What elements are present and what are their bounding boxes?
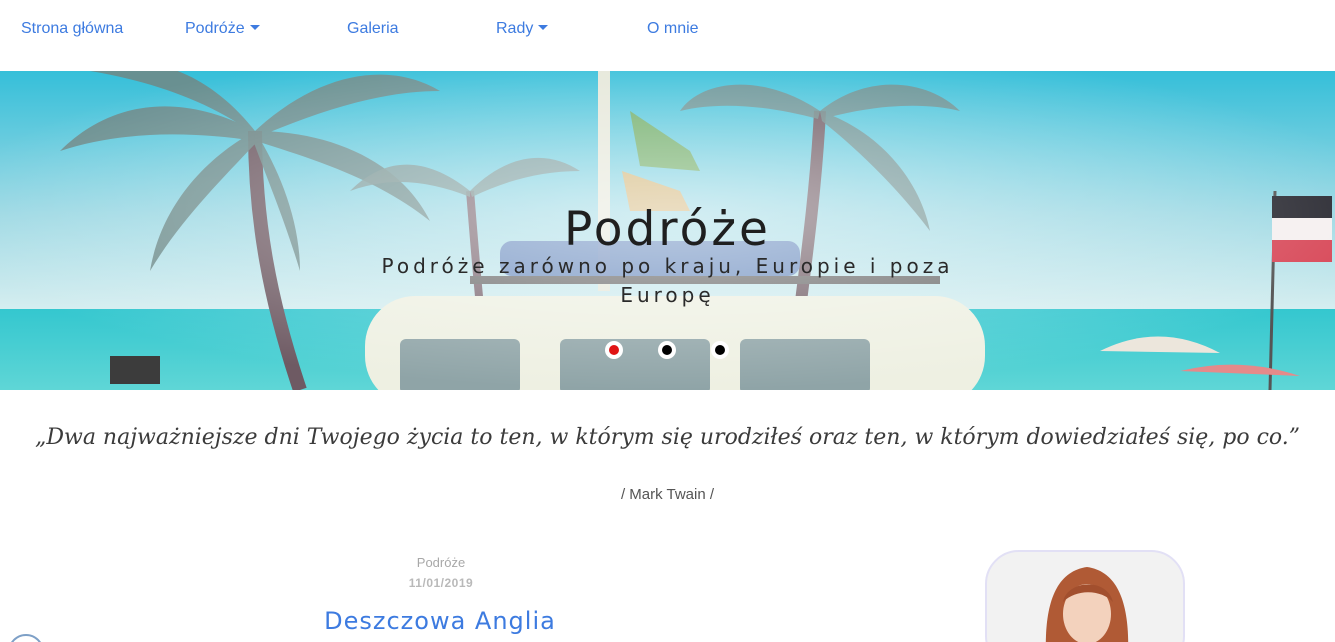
dot-icon [715,345,725,355]
author-avatar [985,550,1185,642]
nav-item-label: O mnie [647,20,699,37]
quote-author: / Mark Twain / [620,486,715,503]
nav-item-label: Strona główna [21,20,124,37]
nav-item-gallery[interactable]: Galeria [347,20,399,38]
post-date: 11/01/2019 [408,576,474,590]
post-category[interactable]: Podróże [341,555,541,570]
nav-item-label: Galeria [347,20,399,37]
nav-item-about[interactable]: O mnie [647,20,699,38]
caret-down-icon [538,25,549,31]
hero-title: Podróże [564,202,771,257]
dot-icon [609,345,619,355]
nav-item-label: Podróże [185,20,245,37]
post-title-link[interactable]: Deszczowa Anglia [290,607,590,635]
dot-icon [662,345,672,355]
slide-indicator-2[interactable] [658,341,676,359]
caret-down-icon [249,25,260,31]
hero-slider: Podróże Podróże zarówno po kraju, Europi… [0,71,1335,390]
slide-indicator-3[interactable] [711,341,729,359]
slide-indicator-1[interactable] [605,341,623,359]
quote-text: „Dwa najważniejsze dni Twojego życia to … [34,425,1301,450]
nav-item-tips[interactable]: Rady [496,20,549,38]
accessibility-icon[interactable] [8,634,44,642]
avatar-illustration [1045,567,1129,642]
main-nav: Strona główna Podróże Galeria Rady O mni… [0,0,1335,71]
nav-item-travel[interactable]: Podróże [185,20,260,38]
hero-subtitle: Podróże zarówno po kraju, Europie i poza… [381,254,954,307]
nav-item-home[interactable]: Strona główna [21,20,123,38]
nav-item-label: Rady [496,20,534,37]
